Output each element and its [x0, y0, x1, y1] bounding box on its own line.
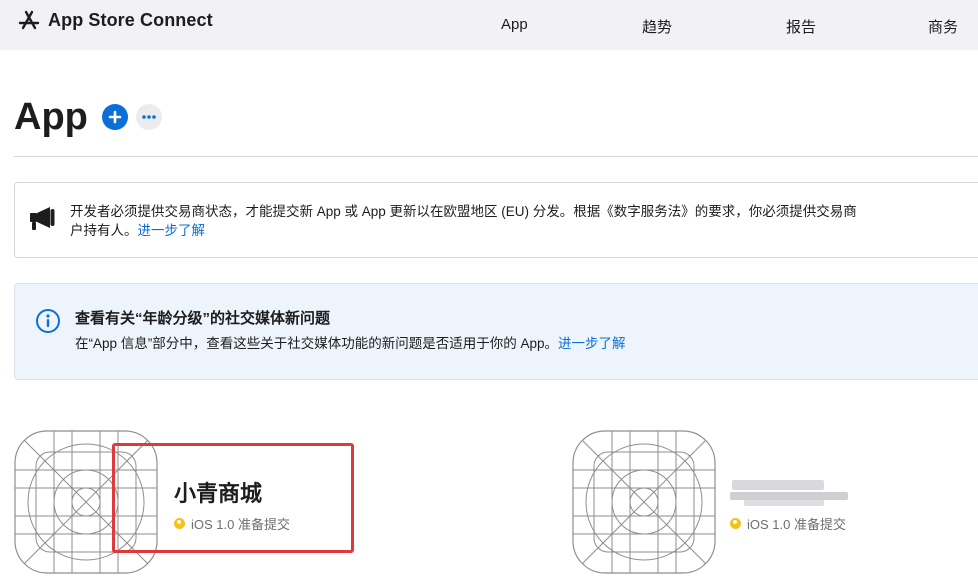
age-rating-info-banner: 查看有关“年龄分级”的社交媒体新问题 在“App 信息”部分中，查看这些关于社交…	[14, 283, 978, 380]
header-divider	[14, 156, 978, 157]
top-navigation-bar: App Store Connect App 趋势 报告 商务	[0, 0, 978, 50]
app-status-text: iOS 1.0 准备提交	[747, 517, 846, 532]
ellipsis-icon	[142, 115, 156, 119]
add-app-button[interactable]	[101, 104, 128, 130]
nav-app[interactable]: App	[501, 16, 528, 33]
info-learn-more-link[interactable]: 进一步了解	[558, 336, 626, 351]
app-placeholder-icon	[572, 430, 716, 579]
brand-title: App Store Connect	[48, 9, 213, 30]
status-dot-icon	[730, 518, 741, 529]
megaphone-icon	[28, 204, 58, 237]
nav-trends[interactable]: 趋势	[642, 16, 672, 37]
info-icon	[35, 308, 61, 339]
info-banner-body: 在“App 信息”部分中，查看这些关于社交媒体功能的新问题是否适用于你的 App…	[75, 332, 626, 352]
more-options-button[interactable]	[135, 104, 162, 130]
nav-reports[interactable]: 报告	[786, 16, 816, 37]
plus-icon	[108, 110, 122, 124]
page-title: App	[14, 96, 88, 138]
brand-home-link[interactable]: App Store Connect	[18, 9, 213, 31]
nav-business[interactable]: 商务	[928, 16, 958, 37]
page-header: App	[14, 94, 162, 140]
app-status: iOS 1.0 准备提交	[730, 514, 846, 533]
eu-trader-status-banner: 开发者必须提供交易商状态，才能提交新 App 或 App 更新以在欧盟地区 (E…	[14, 182, 978, 258]
highlight-annotation	[112, 443, 354, 553]
app-store-logo-icon	[18, 9, 40, 31]
eu-banner-line2: 户持有人。	[70, 223, 138, 238]
eu-banner-line1: 开发者必须提供交易商状态，才能提交新 App 或 App 更新以在欧盟地区 (E…	[70, 204, 857, 219]
info-banner-title: 查看有关“年龄分级”的社交媒体新问题	[75, 310, 331, 327]
eu-learn-more-link[interactable]: 进一步了解	[138, 223, 206, 238]
redacted-app-name	[730, 478, 848, 508]
info-banner-text: 在“App 信息”部分中，查看这些关于社交媒体功能的新问题是否适用于你的 App…	[75, 336, 559, 351]
eu-banner-text: 开发者必须提供交易商状态，才能提交新 App 或 App 更新以在欧盟地区 (E…	[70, 202, 978, 240]
